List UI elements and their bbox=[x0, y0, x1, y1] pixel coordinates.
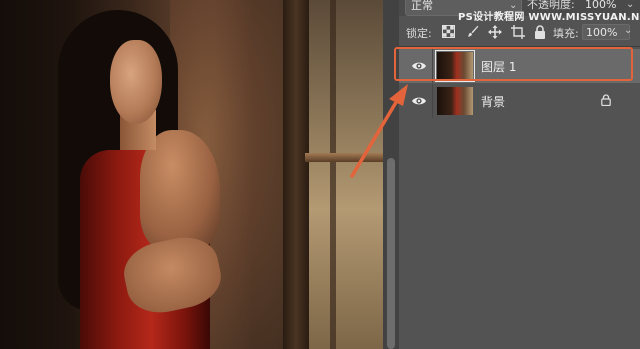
layer-name[interactable]: 背景 bbox=[481, 93, 505, 110]
lock-row: 锁定: 填充: 100% ⌄ bbox=[399, 22, 640, 44]
move-icon[interactable] bbox=[488, 25, 502, 39]
lock-transparent-icon[interactable] bbox=[441, 25, 455, 39]
blend-mode-value: 正常 bbox=[411, 0, 433, 12]
photo-window-sill bbox=[305, 153, 383, 162]
lock-all-icon[interactable] bbox=[533, 25, 547, 39]
photo-canvas[interactable] bbox=[0, 0, 383, 349]
photo-window-glass bbox=[309, 0, 383, 349]
chevron-down-icon[interactable]: ⌄ bbox=[624, 25, 632, 36]
eye-icon[interactable] bbox=[411, 93, 427, 109]
canvas-scrollbar-thumb[interactable] bbox=[387, 158, 395, 349]
layer-highlight-box bbox=[394, 47, 633, 81]
brush-icon[interactable] bbox=[465, 25, 479, 39]
site-watermark: PS设计教程网 WWW.MISSYUAN.NET bbox=[458, 12, 640, 23]
layer-thumbnail[interactable] bbox=[437, 87, 473, 115]
layer-separator bbox=[432, 84, 433, 118]
fill-input[interactable]: 100% bbox=[582, 24, 630, 40]
lock-label: 锁定: bbox=[406, 27, 432, 40]
photo-face bbox=[110, 40, 162, 124]
artboard-icon[interactable] bbox=[511, 25, 525, 39]
padlock-icon[interactable] bbox=[601, 94, 611, 109]
fill-label: 填充: bbox=[553, 27, 579, 40]
photo-window-frame bbox=[283, 0, 309, 349]
layer-row-background[interactable]: 背景 bbox=[399, 84, 640, 118]
photoshop-screen: 正常 ⌄ 不透明度: 100% ⌄ PS设计教程网 WWW.MISSYUAN.N… bbox=[0, 0, 640, 349]
photo-window-bar bbox=[330, 0, 336, 349]
